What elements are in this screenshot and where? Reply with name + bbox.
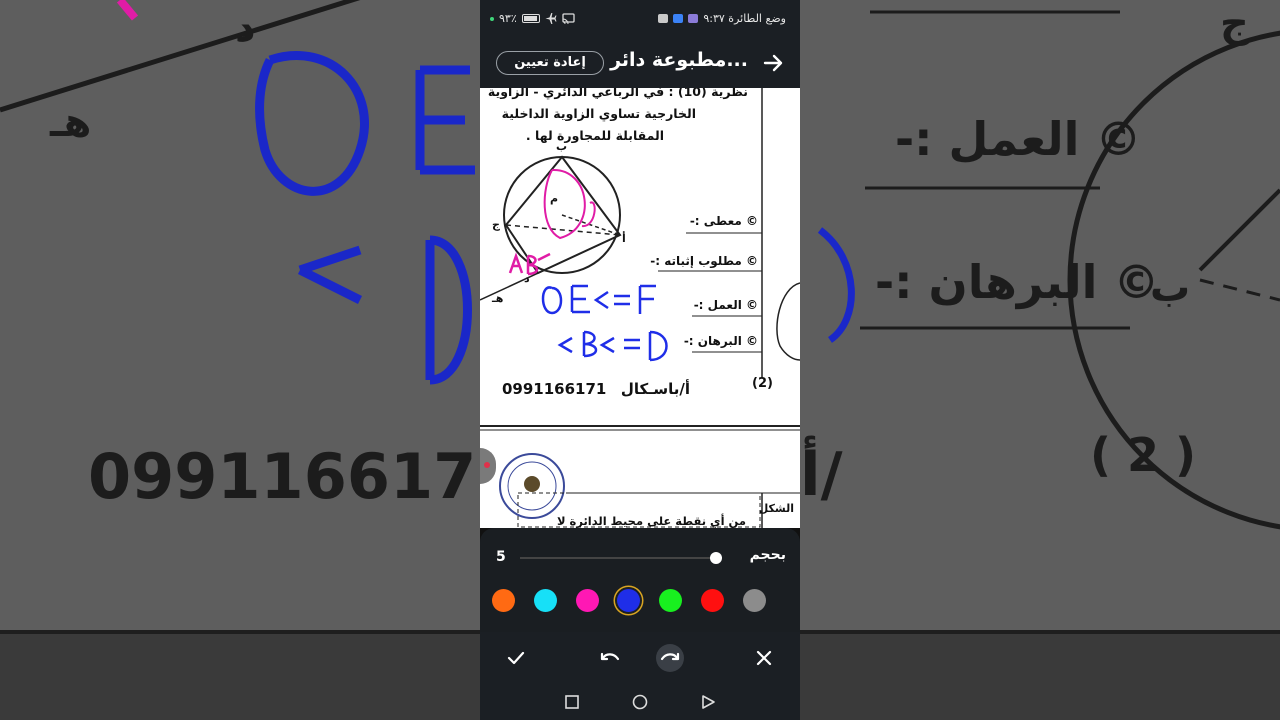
phone-screen: ٩٣٪ وضع الطائرة ٩:٣٧ إعادة تعيين مطبوعة … [480, 0, 800, 720]
status-time: وضع الطائرة ٩:٣٧ [703, 12, 786, 25]
brush-size-value: 5 [496, 549, 506, 565]
mail-icon [658, 14, 669, 23]
point-label-b: ب [556, 140, 568, 153]
document-title: مطبوعة دائر... [610, 49, 748, 71]
proof-label: © البرهان :- [683, 334, 758, 348]
battery-percent: ٩٣٪ [499, 12, 517, 25]
theorem-line-2: الخارجية تساوي الزاوية الداخلية [501, 106, 696, 121]
app-bar: إعادة تعيين مطبوعة دائر... [480, 38, 800, 88]
background-page-marker: ( 2 ) [1090, 428, 1197, 482]
redo-button[interactable] [656, 644, 684, 672]
author-phone: 0991166171 [502, 380, 607, 398]
background-proof-label: © البرهان :- [875, 255, 1160, 309]
side-word: الشكل [758, 502, 794, 515]
app-notification-icon [673, 14, 684, 23]
author-name: أ/باسـكال [620, 380, 690, 398]
check-icon[interactable] [504, 646, 528, 670]
color-swatch-cyan[interactable] [534, 589, 557, 612]
close-icon[interactable] [752, 646, 776, 670]
document-page[interactable]: نظرية (10) : في الرباعي الدائري - الزاوي… [480, 88, 800, 528]
color-swatch-green[interactable] [659, 589, 682, 612]
brush-size-label: بحجم [749, 547, 786, 563]
background-letter-d: د [235, 5, 256, 51]
background-phone-number: 0991166171 [88, 440, 480, 513]
required-label: © مطلوب إثباته :- [650, 254, 758, 268]
airplane-icon [545, 13, 557, 24]
color-swatch-orange[interactable] [492, 589, 515, 612]
page-marker: (2) [752, 376, 773, 391]
action-bar [480, 632, 800, 684]
record-dot [484, 462, 490, 468]
color-swatch-magenta[interactable] [576, 589, 599, 612]
background-letter-b: ب [1150, 265, 1191, 311]
background-right: © العمل :- © البرهان :- ( 2 ) أ/ ج ب [800, 0, 1280, 720]
theorem-line-3: المقابلة للمجاورة لها . [525, 128, 664, 143]
indicator-dot [490, 16, 494, 21]
square-icon[interactable] [564, 694, 580, 710]
cast-icon [562, 13, 575, 24]
point-label-d: د [524, 272, 530, 285]
background-divider [0, 630, 480, 634]
point-label-m: م [550, 192, 559, 205]
system-navigation-bar [480, 684, 800, 720]
brush-size-slider[interactable] [520, 557, 722, 559]
background-work-label: © العمل :- [895, 112, 1142, 166]
point-label-a: أ [622, 232, 626, 245]
given-label: © معطى :- [689, 214, 758, 228]
lower-text-line-1: من أي نقطة على محيط الدائرة لا [556, 514, 746, 528]
background-divider [800, 630, 1280, 634]
point-label-h: هـ [492, 292, 504, 305]
app-notification-icon [688, 14, 699, 23]
color-swatch-blue[interactable] [617, 589, 640, 612]
point-label-j: ج [492, 218, 500, 231]
battery-icon [521, 14, 540, 23]
status-bar: ٩٣٪ وضع الطائرة ٩:٣٧ [480, 0, 800, 38]
circle-icon[interactable] [632, 694, 648, 710]
theorem-line-1: نظرية (10) : في الرباعي الدائري - الزاوي… [487, 88, 748, 99]
color-swatch-red[interactable] [701, 589, 724, 612]
status-right: وضع الطائرة ٩:٣٧ [658, 12, 786, 25]
construction-label: © العمل :- [693, 298, 758, 312]
status-left: ٩٣٪ [490, 12, 575, 25]
color-swatch-gray[interactable] [743, 589, 766, 612]
triangle-icon[interactable] [700, 694, 716, 710]
brush-size-slider-handle[interactable] [709, 552, 722, 564]
background-letter-alef: أ/ [800, 440, 843, 510]
background-right-drawing [817, 10, 1280, 530]
background-letter-h: هـ [50, 100, 92, 146]
redo-icon[interactable] [658, 646, 682, 670]
screen: هـ د 0991166171 © العمل :- © البرهان :- … [0, 0, 1280, 720]
drawing-panel: 5 بحجم [480, 528, 800, 632]
arrow-right-icon[interactable] [762, 52, 784, 74]
background-letter-j: ج [1220, 0, 1249, 46]
background-left: هـ د 0991166171 [0, 0, 480, 720]
undo-icon[interactable] [598, 646, 622, 670]
background-left-drawing [0, 0, 475, 385]
reset-button[interactable]: إعادة تعيين [496, 51, 604, 75]
